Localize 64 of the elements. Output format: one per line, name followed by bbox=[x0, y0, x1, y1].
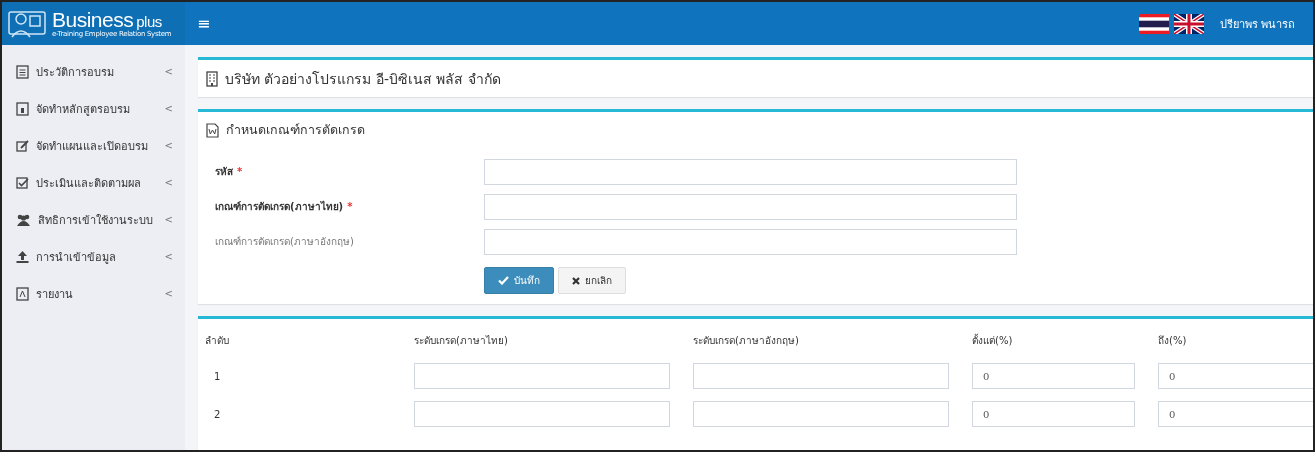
input-field[interactable] bbox=[414, 363, 670, 389]
caret-icon: < bbox=[164, 251, 173, 262]
pdf-file-icon bbox=[16, 286, 29, 301]
brand-name: Business bbox=[52, 8, 134, 31]
brand-suffix: plus bbox=[136, 13, 162, 30]
caret-icon: < bbox=[164, 214, 173, 225]
sidebar-label: รายงาน bbox=[36, 286, 74, 303]
input-field[interactable] bbox=[693, 363, 949, 389]
uk-flag-icon[interactable] bbox=[1173, 13, 1204, 34]
input-field[interactable] bbox=[484, 228, 1017, 255]
column-header: ระดับเกรด(ภาษาอังกฤษ) bbox=[693, 334, 800, 348]
form-title: กำหนดเกณฑ์การตัดเกรด bbox=[226, 121, 365, 139]
menu-toggle[interactable]: ≡ bbox=[193, 14, 215, 33]
people-logo-icon bbox=[8, 8, 48, 39]
sidebar-label: สิทธิการเข้าใช้งานระบบ bbox=[38, 212, 154, 229]
input-field[interactable] bbox=[484, 193, 1017, 220]
user-name[interactable]: ปรียาพร พนารถ bbox=[1219, 14, 1295, 33]
input-field[interactable] bbox=[693, 401, 949, 427]
checkbox-icon bbox=[16, 175, 29, 190]
file-icon bbox=[16, 101, 29, 116]
input-field[interactable] bbox=[414, 401, 670, 427]
caret-icon: < bbox=[164, 66, 173, 77]
building-icon bbox=[206, 70, 218, 87]
field-label: เกณฑ์การตัดเกรด(ภาษาไทย) * bbox=[215, 199, 354, 214]
column-header: ตั้งแต่(%) bbox=[972, 333, 1014, 348]
thai-flag-icon[interactable] bbox=[1138, 13, 1169, 34]
sidebar-item[interactable]: การนำเข้าข้อมูล < bbox=[2, 238, 185, 275]
checkmark-icon bbox=[498, 276, 509, 285]
document-icon bbox=[16, 64, 29, 79]
sidebar-item[interactable]: สิทธิการเข้าใช้งานระบบ < bbox=[2, 201, 185, 238]
row-number: 1 bbox=[213, 370, 222, 382]
field-label: รหัส * bbox=[215, 165, 244, 179]
caret-icon: < bbox=[164, 288, 173, 299]
save-button[interactable]: บันทึก bbox=[484, 267, 554, 294]
column-header: ลำดับ bbox=[205, 334, 230, 348]
caret-icon: < bbox=[164, 103, 173, 114]
input-field[interactable]: 0 bbox=[972, 401, 1135, 427]
caret-icon: < bbox=[164, 140, 173, 151]
sidebar-label: การนำเข้าข้อมูล bbox=[36, 249, 117, 266]
input-field[interactable]: 0 bbox=[1158, 363, 1313, 389]
sidebar-label: ประเมินและติดตามผล bbox=[36, 175, 142, 192]
column-header: ถึง(%) bbox=[1158, 334, 1188, 348]
close-icon bbox=[572, 276, 580, 285]
column-header: ระดับเกรด(ภาษาไทย) bbox=[414, 334, 509, 348]
sidebar-item[interactable]: จัดทำแผนและเปิดอบรม < bbox=[2, 127, 185, 164]
edit-icon bbox=[16, 138, 29, 153]
input-field[interactable]: 0 bbox=[972, 363, 1135, 389]
company-name: บริษัท ตัวอย่างโปรแกรม อี-บิซิเนส พลัส จำกัด bbox=[225, 69, 501, 89]
sidebar-item[interactable]: จัดทำหลักสูตรอบรม < bbox=[2, 90, 185, 127]
row-number: 2 bbox=[213, 408, 222, 420]
sidebar-item[interactable]: ประเมินและติดตามผล < bbox=[2, 164, 185, 201]
word-document-icon bbox=[206, 122, 219, 138]
users-icon bbox=[16, 212, 31, 227]
cancel-button[interactable]: ยกเลิก bbox=[558, 267, 626, 294]
field-label: เกณฑ์การตัดเกรด(ภาษาอังกฤษ) bbox=[215, 235, 355, 249]
sidebar-label: จัดทำหลักสูตรอบรม bbox=[36, 101, 131, 118]
upload-icon bbox=[16, 249, 29, 264]
input-field[interactable]: 0 bbox=[1158, 401, 1313, 427]
sidebar-label: ประวัติการอบรม bbox=[36, 64, 115, 81]
sidebar-label: จัดทำแผนและเปิดอบรม bbox=[36, 138, 149, 155]
input-field[interactable] bbox=[484, 158, 1017, 185]
sidebar-item[interactable]: รายงาน < bbox=[2, 275, 185, 312]
caret-icon: < bbox=[164, 177, 173, 188]
sidebar-item[interactable]: ประวัติการอบรม < bbox=[2, 53, 185, 90]
